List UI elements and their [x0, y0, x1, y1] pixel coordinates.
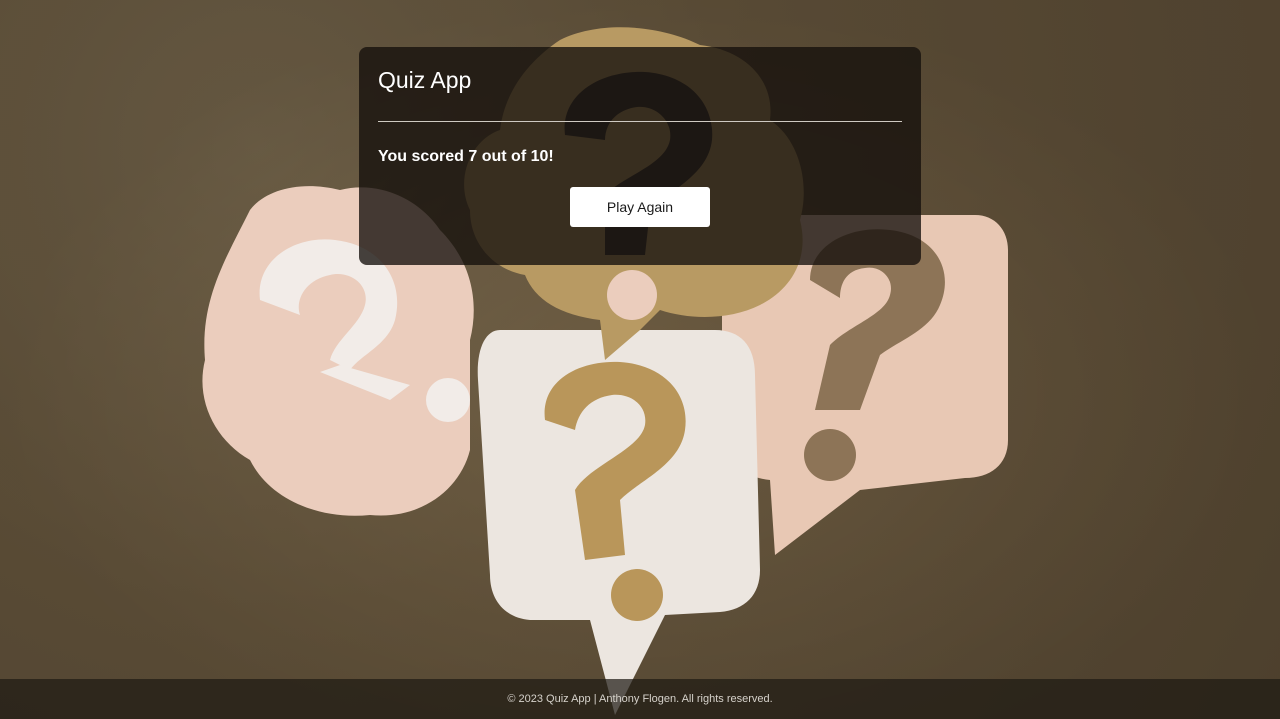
- app-title: Quiz App: [378, 67, 472, 93]
- footer-copyright-text: © 2023 Quiz App | Anthony Flogen. All ri…: [507, 693, 773, 705]
- footer: © 2023 Quiz App | Anthony Flogen. All ri…: [0, 679, 1280, 719]
- title-divider: [378, 121, 902, 122]
- white-bubble: [477, 330, 760, 715]
- play-again-button[interactable]: Play Again: [570, 187, 710, 227]
- score-result-text: You scored 7 out of 10!: [378, 148, 554, 165]
- quiz-card: Quiz App You scored 7 out of 10! Play Ag…: [359, 47, 921, 265]
